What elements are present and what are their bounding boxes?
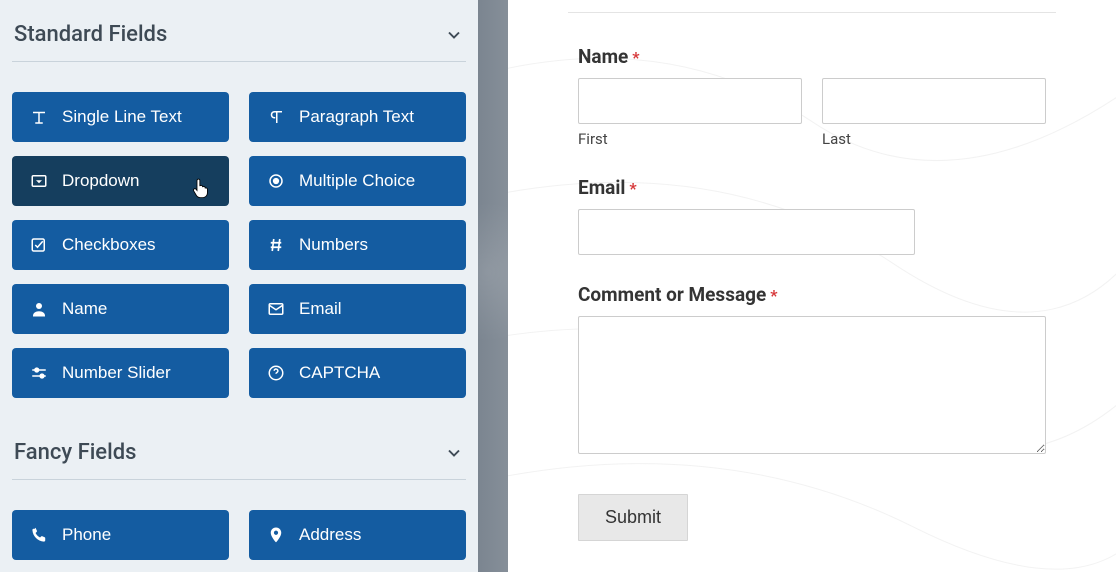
fields-sidebar: Standard Fields Single Line Text Paragra… <box>0 0 478 572</box>
form-field-comment[interactable]: Comment or Message* <box>578 283 1046 458</box>
dropdown-icon <box>30 172 48 190</box>
comment-label: Comment or Message <box>578 283 766 306</box>
field-name[interactable]: Name <box>12 284 229 334</box>
field-numbers[interactable]: Numbers <box>249 220 466 270</box>
first-sub-label: First <box>578 130 802 148</box>
field-number-slider[interactable]: Number Slider <box>12 348 229 398</box>
standard-fields-section: Standard Fields Single Line Text Paragra… <box>12 14 466 432</box>
submit-button[interactable]: Submit <box>578 494 688 541</box>
email-input[interactable] <box>578 209 915 255</box>
fancy-fields-grid: Phone Address <box>12 480 466 572</box>
field-label: Checkboxes <box>62 235 156 255</box>
field-label: Multiple Choice <box>299 171 415 191</box>
field-label: Dropdown <box>62 171 140 191</box>
field-email[interactable]: Email <box>249 284 466 334</box>
hash-icon <box>267 236 285 254</box>
form-field-name[interactable]: Name* First Last <box>578 45 1046 148</box>
field-dropdown[interactable]: Dropdown <box>12 156 229 206</box>
chevron-down-icon <box>444 443 464 463</box>
slider-icon <box>30 364 48 382</box>
last-sub-label: Last <box>822 130 1046 148</box>
name-label: Name <box>578 45 628 68</box>
email-label: Email <box>578 176 625 199</box>
field-paragraph-text[interactable]: Paragraph Text <box>249 92 466 142</box>
form-field-email[interactable]: Email* <box>578 176 1046 255</box>
checkbox-icon <box>30 236 48 254</box>
form-preview-pane: Name* First Last Email* Comment or Messa… <box>508 0 1116 572</box>
form-top-divider <box>568 12 1056 13</box>
field-label: Name <box>62 299 107 319</box>
field-captcha[interactable]: CAPTCHA <box>249 348 466 398</box>
field-address[interactable]: Address <box>249 510 466 560</box>
field-label: Phone <box>62 525 111 545</box>
field-multiple-choice[interactable]: Multiple Choice <box>249 156 466 206</box>
field-label: Numbers <box>299 235 368 255</box>
field-label: CAPTCHA <box>299 363 380 383</box>
comment-textarea[interactable] <box>578 316 1046 454</box>
question-icon <box>267 364 285 382</box>
field-label: Address <box>299 525 361 545</box>
standard-fields-title: Standard Fields <box>14 22 167 47</box>
phone-icon <box>30 526 48 544</box>
radio-icon <box>267 172 285 190</box>
standard-fields-grid: Single Line Text Paragraph Text Dropdown <box>12 62 466 432</box>
envelope-icon <box>267 300 285 318</box>
required-indicator: * <box>632 48 639 67</box>
fancy-fields-toggle[interactable]: Fancy Fields <box>12 432 466 480</box>
field-label: Paragraph Text <box>299 107 414 127</box>
fancy-fields-title: Fancy Fields <box>14 440 136 465</box>
form-area: Name* First Last Email* Comment or Messa… <box>578 0 1046 541</box>
user-icon <box>30 300 48 318</box>
field-checkboxes[interactable]: Checkboxes <box>12 220 229 270</box>
last-name-input[interactable] <box>822 78 1046 124</box>
fancy-fields-section: Fancy Fields Phone Address <box>12 432 466 572</box>
field-label: Email <box>299 299 342 319</box>
panel-divider <box>478 0 508 572</box>
field-single-line-text[interactable]: Single Line Text <box>12 92 229 142</box>
field-label: Single Line Text <box>62 107 182 127</box>
pin-icon <box>267 526 285 544</box>
field-label: Number Slider <box>62 363 171 383</box>
standard-fields-toggle[interactable]: Standard Fields <box>12 14 466 62</box>
required-indicator: * <box>629 179 636 198</box>
field-phone[interactable]: Phone <box>12 510 229 560</box>
first-name-input[interactable] <box>578 78 802 124</box>
paragraph-icon <box>267 108 285 126</box>
required-indicator: * <box>770 286 777 305</box>
text-icon <box>30 108 48 126</box>
hand-cursor-icon <box>191 176 211 200</box>
chevron-down-icon <box>444 25 464 45</box>
